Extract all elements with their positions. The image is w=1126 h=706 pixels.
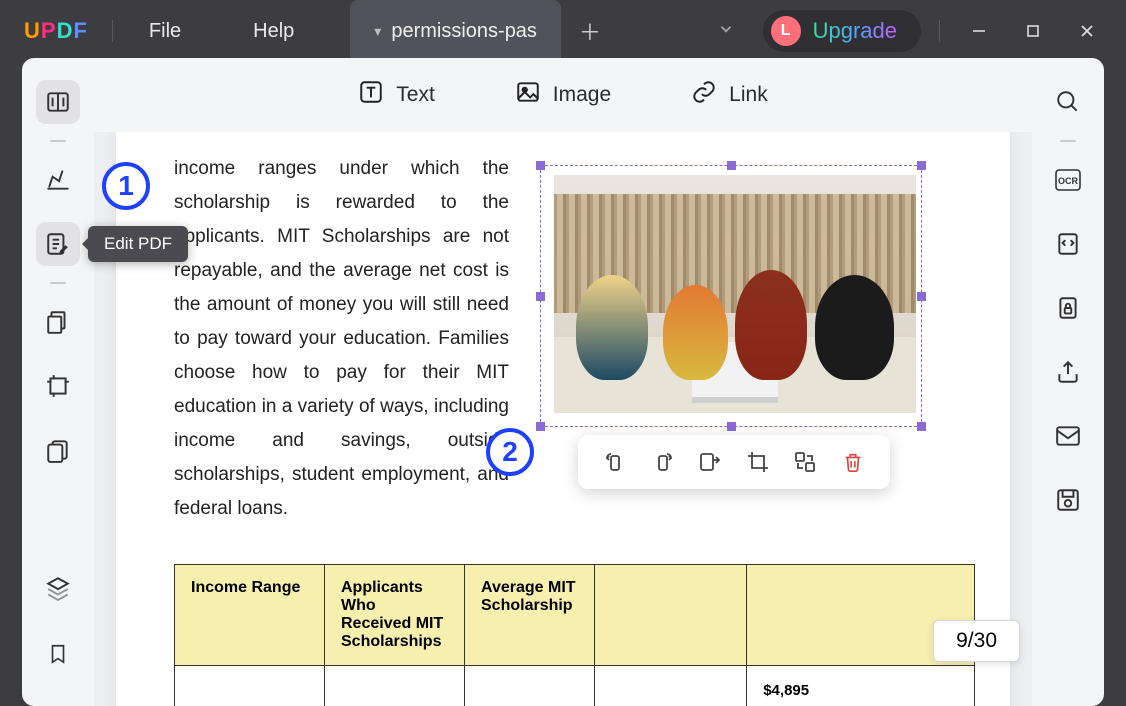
tool-tooltip: Edit PDF (88, 226, 188, 262)
crop-button[interactable] (740, 444, 776, 480)
tool-share[interactable] (1046, 350, 1090, 394)
avatar: L (771, 16, 801, 46)
toolbar-text-label: Text (396, 83, 435, 107)
tab-document[interactable]: ▾ permissions-pas (350, 0, 561, 62)
rotate-left-button[interactable] (597, 444, 633, 480)
tool-save[interactable] (1046, 478, 1090, 522)
tool-comment[interactable] (36, 158, 80, 202)
text-icon (358, 79, 384, 111)
tool-convert[interactable] (1046, 222, 1090, 266)
th-income-range: Income Range (175, 565, 325, 666)
resize-handle-t[interactable] (727, 161, 736, 170)
link-icon (691, 79, 717, 111)
tool-crop-pages[interactable] (36, 364, 80, 408)
svg-text:OCR: OCR (1058, 176, 1079, 186)
scholarship-table[interactable]: Income Range Applicants Who Received MIT… (174, 564, 975, 706)
menu-file[interactable]: File (113, 20, 217, 43)
cell-4: Tuition, fees, housing, and $1,251 towar… (595, 666, 747, 706)
sidebar-separator (50, 282, 66, 284)
image-float-toolbar (578, 435, 890, 489)
annotation-badge-1: 1 (102, 162, 150, 210)
tool-ocr[interactable]: OCR (1046, 158, 1090, 202)
resize-handle-br[interactable] (917, 422, 926, 431)
image-icon (515, 79, 541, 111)
app-logo: UPDF (0, 18, 112, 44)
rotate-right-button[interactable] (645, 444, 681, 480)
close-button[interactable] (1078, 22, 1096, 40)
new-tab-button[interactable]: ＋ (573, 14, 607, 48)
sidebar-right: OCR (1032, 58, 1104, 706)
image-content (554, 175, 916, 413)
th-applicants: Applicants Who Received MIT Scholarships (325, 565, 465, 666)
upgrade-label: Upgrade (813, 18, 897, 44)
resize-handle-r[interactable] (917, 292, 926, 301)
tool-layers[interactable] (36, 566, 80, 610)
tool-search[interactable] (1046, 80, 1090, 124)
tool-bookmark[interactable] (36, 632, 80, 676)
tabs-overflow-icon[interactable] (689, 20, 763, 43)
sidebar-separator (50, 140, 66, 142)
tool-mail[interactable] (1046, 414, 1090, 458)
sidebar-separator (1060, 140, 1076, 142)
menu-help[interactable]: Help (217, 20, 330, 43)
tool-organize[interactable] (36, 300, 80, 344)
titlebar: UPDF File Help ▾ permissions-pas ＋ L Upg… (0, 0, 1126, 62)
resize-handle-tl[interactable] (536, 161, 545, 170)
resize-handle-tr[interactable] (917, 161, 926, 170)
sidebar-left: Edit PDF (22, 58, 94, 706)
toolbar-text[interactable]: Text (358, 79, 435, 111)
table-header-row: Income Range Applicants Who Received MIT… (175, 565, 975, 666)
replace-button[interactable] (787, 444, 823, 480)
tool-reader[interactable] (36, 80, 80, 124)
annotation-badge-2: 2 (486, 428, 534, 476)
toolbar-link-label: Link (729, 83, 768, 107)
resize-handle-l[interactable] (536, 292, 545, 301)
tab-title: permissions-pas (391, 20, 537, 43)
th-4 (595, 565, 747, 666)
tab-bar: ▾ permissions-pas ＋ (350, 0, 607, 62)
tool-protect[interactable] (1046, 286, 1090, 330)
toolbar-link[interactable]: Link (691, 79, 768, 111)
minimize-button[interactable] (970, 22, 988, 40)
tab-dropdown-icon[interactable]: ▾ (374, 23, 381, 40)
table-row: Under $65,000 99% $68,679 Tuition, fees,… (175, 666, 975, 706)
resize-handle-b[interactable] (727, 422, 736, 431)
toolbar-image-label: Image (553, 83, 611, 107)
selected-image[interactable] (540, 165, 922, 427)
cell-pct: 99% (325, 666, 465, 706)
edit-toolbar: Text Image Link (94, 58, 1032, 132)
tool-page-display[interactable] (36, 428, 80, 472)
upgrade-button[interactable]: L Upgrade (763, 10, 921, 52)
maximize-button[interactable] (1024, 22, 1042, 40)
extract-button[interactable] (692, 444, 728, 480)
document-body-text[interactable]: income ranges under which the scholarshi… (174, 152, 509, 526)
window-controls (940, 22, 1126, 40)
resize-handle-bl[interactable] (536, 422, 545, 431)
tool-edit-pdf[interactable]: Edit PDF (36, 222, 80, 266)
page-counter[interactable]: 9/30 (933, 620, 1020, 662)
th-avg-scholarship: Average MIT Scholarship (465, 565, 595, 666)
toolbar-image[interactable]: Image (515, 79, 611, 111)
cell-avg: $68,679 (465, 666, 595, 706)
cell-5: $4,895 40% of students with a family inc… (747, 666, 975, 706)
cell-range: Under $65,000 (175, 666, 325, 706)
delete-button[interactable] (835, 444, 871, 480)
